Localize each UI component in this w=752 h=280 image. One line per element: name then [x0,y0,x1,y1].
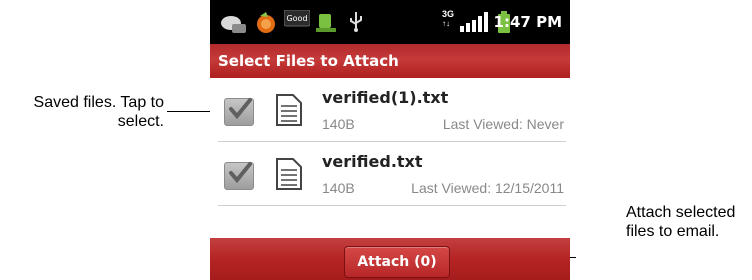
chat-bubble-icon [220,14,248,39]
3g-label: 3G [442,9,455,19]
file-row[interactable]: verified.txt 140B Last Viewed: 12/15/201… [210,142,570,206]
document-icon [276,158,302,195]
attach-callout: Attach selected files to email. [626,204,736,240]
3g-icon: 3G ↑↓ [442,9,455,29]
usb-icon [348,10,364,37]
file-name: verified(1).txt [322,88,449,107]
attach-button[interactable]: Attach (0) [344,246,450,278]
file-size: 140B [322,116,355,132]
status-bar: Good 3G ↑↓ 1:47 PM [210,0,570,44]
notification-orange-icon [254,12,278,39]
row-divider [218,205,566,206]
file-checkbox[interactable] [224,162,254,190]
title-bar: Select Files to Attach [210,44,570,78]
file-name: verified.txt [322,152,423,171]
signal-bars-icon [460,12,492,37]
bottom-bar: Attach (0) [210,238,570,280]
file-last-viewed: Last Viewed: Never [442,116,564,132]
good-badge-icon: Good [283,9,311,35]
saved-files-callout: Saved files. Tap to select. [33,94,164,130]
phone-screen: Good 3G ↑↓ 1:47 PM Select Files to Attach [210,0,570,280]
file-row[interactable]: verified(1).txt 140B Last Viewed: Never [210,78,570,142]
file-size: 140B [322,180,355,196]
file-last-viewed: Last Viewed: 12/15/2011 [411,180,564,196]
android-data-icon [316,12,338,39]
good-label: Good [286,14,307,23]
checkmark-icon [229,98,252,120]
document-icon [276,94,302,131]
checkmark-icon [229,162,252,184]
clock-time: 1:47 PM [493,13,562,31]
file-checkbox[interactable] [224,98,254,126]
page-title: Select Files to Attach [218,52,399,70]
